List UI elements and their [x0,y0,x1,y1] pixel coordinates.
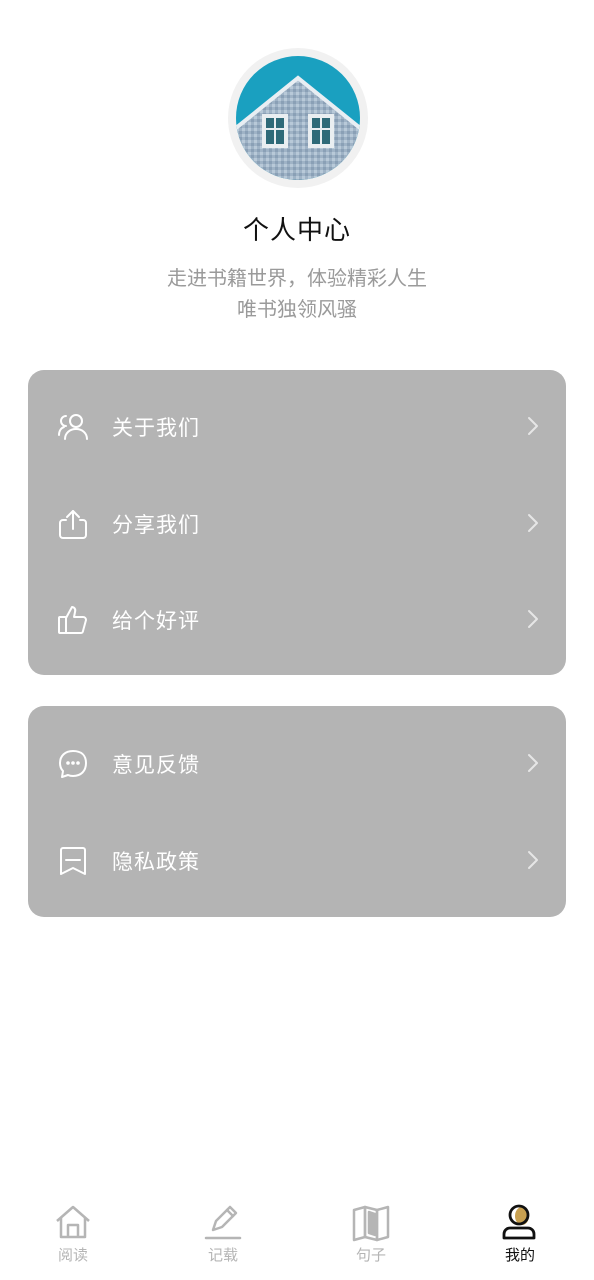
tab-notes[interactable]: 记载 [173,1198,273,1270]
page-title: 个人中心 [242,216,351,246]
subtitle-line-1: 走进书籍世界，体验精彩人生 [167,266,427,290]
tab-label: 记载 [207,1246,238,1264]
tab-read[interactable]: 阅读 [23,1198,123,1270]
menu-item-feedback[interactable]: 意见反馈 [28,733,566,793]
chevron-right-icon [524,608,542,630]
menu-card-general: 关于我们 分享我们 给个好评 [28,370,566,675]
menu-label: 隐私政策 [112,850,200,874]
chevron-right-icon [524,415,542,437]
chevron-right-icon [524,512,542,534]
menu-label: 分享我们 [112,513,200,537]
avatar[interactable] [228,48,368,188]
tab-label: 我的 [504,1246,535,1264]
chevron-right-icon [524,849,542,871]
menu-label: 给个好评 [112,609,200,633]
pen-icon [203,1202,243,1242]
chat-bubble-icon [56,747,90,781]
user-icon [500,1202,540,1242]
menu-item-privacy-policy[interactable]: 隐私政策 [28,830,566,890]
book-icon [351,1202,391,1242]
share-icon [56,507,90,541]
avatar-image [236,56,360,180]
tab-mine[interactable]: 我的 [470,1198,570,1270]
menu-item-rate-us[interactable]: 给个好评 [28,589,566,649]
tab-label: 句子 [355,1246,386,1264]
subtitle-line-2: 唯书独领风骚 [237,297,357,321]
chevron-right-icon [524,752,542,774]
menu-label: 关于我们 [112,416,200,440]
bottom-tab-bar: 阅读 记载 句子 我的 [0,1192,594,1280]
thumbs-up-icon [56,603,90,637]
menu-card-support: 意见反馈 隐私政策 [28,706,566,917]
menu-label: 意见反馈 [112,753,200,777]
menu-item-share-us[interactable]: 分享我们 [28,493,566,553]
menu-item-about-us[interactable]: 关于我们 [28,396,566,456]
tab-label: 阅读 [57,1246,88,1264]
document-icon [56,844,90,878]
users-icon [56,410,90,444]
tab-sentences[interactable]: 句子 [321,1198,421,1270]
home-icon [53,1202,93,1242]
